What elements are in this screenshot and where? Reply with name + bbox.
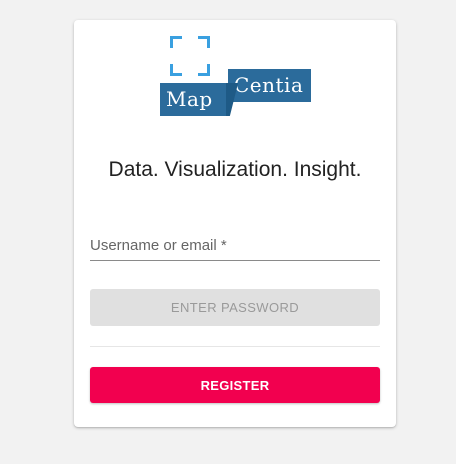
logo-word-centia: Centia — [228, 69, 311, 102]
divider — [90, 346, 380, 347]
register-button[interactable]: REGISTER — [90, 367, 380, 403]
tagline: Data. Visualization. Insight. — [108, 158, 362, 181]
username-label: Username or email * — [90, 237, 227, 254]
frame-icon — [170, 36, 210, 76]
enter-password-button[interactable]: ENTER PASSWORD — [90, 289, 380, 326]
username-field[interactable]: Username or email * — [90, 233, 380, 261]
logo-word-map: Map — [160, 83, 226, 116]
login-card: Centia Map Data. Visualization. Insight.… — [74, 20, 396, 427]
mapcentia-logo: Centia Map — [160, 36, 312, 120]
